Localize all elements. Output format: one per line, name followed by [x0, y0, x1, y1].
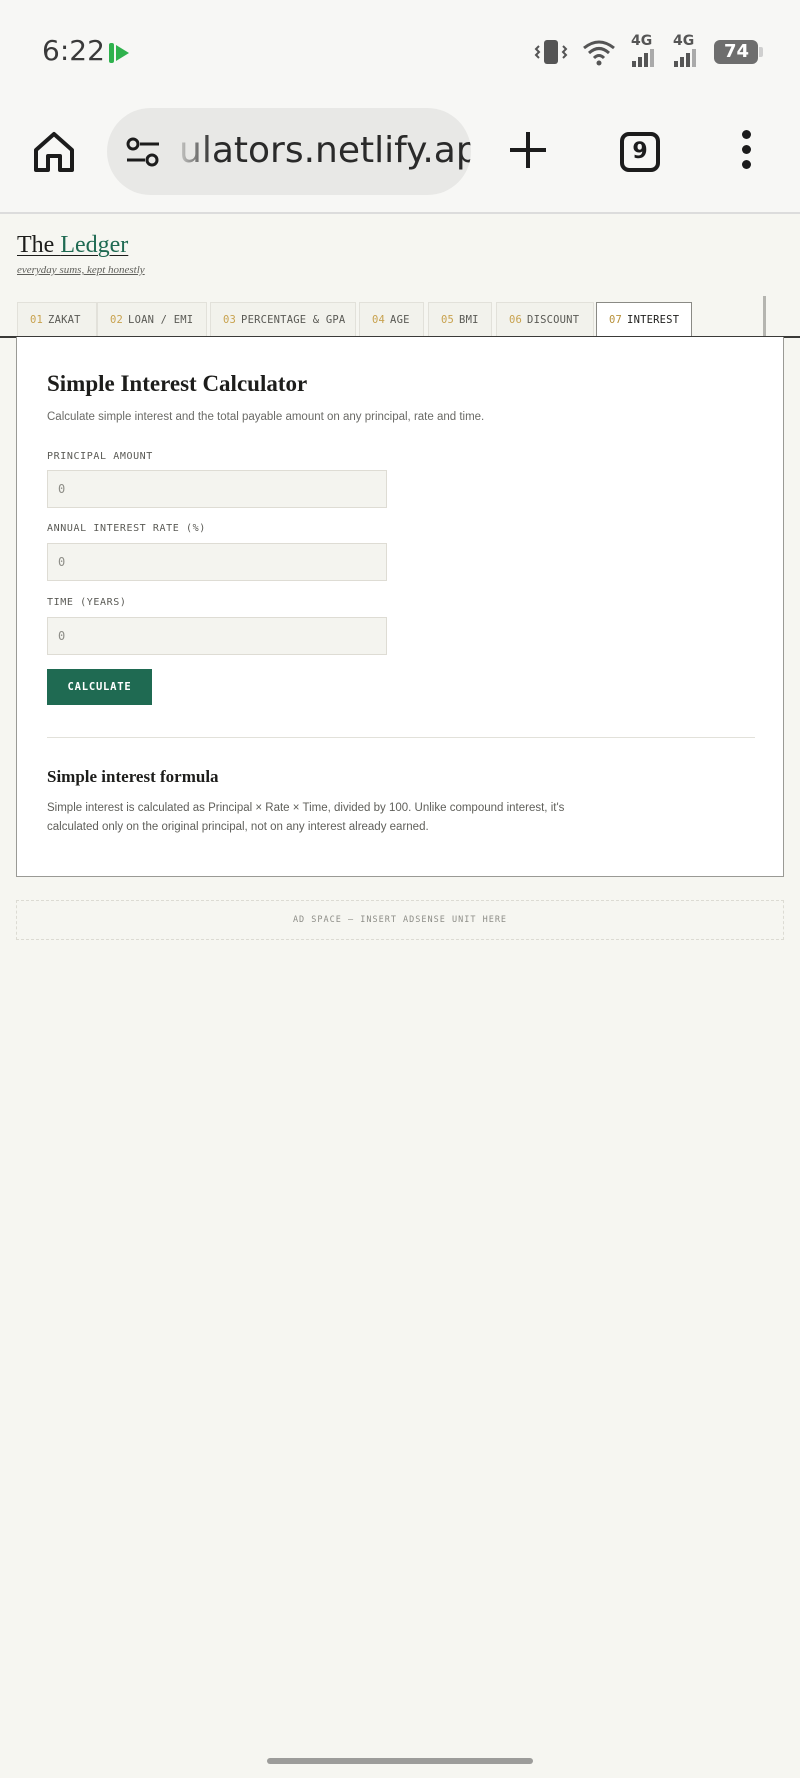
tab-percentage-gpa[interactable]: 03 PERCENTAGE & GPA	[210, 302, 356, 338]
signal-icon: 4G	[672, 33, 700, 67]
tab-number: 04	[372, 314, 386, 326]
ad-placeholder: AD SPACE — INSERT ADSENSE UNIT HERE	[16, 900, 784, 940]
gesture-handle[interactable]	[267, 1758, 533, 1764]
tab-label: ZAKAT	[48, 314, 81, 326]
tab-number: 03	[223, 314, 237, 326]
signal-icon: 4G	[630, 33, 658, 67]
address-bar[interactable]: ulators.netlify.app	[107, 108, 471, 195]
principal-label: PRINCIPAL AMOUNT	[47, 451, 153, 462]
status-icons: 4G 4G 74	[534, 33, 763, 68]
tab-label: BMI	[459, 314, 479, 326]
tab-number: 02	[110, 314, 124, 326]
plus-icon[interactable]	[506, 128, 550, 172]
brand-prefix: The	[17, 232, 61, 258]
tab-number: 01	[30, 314, 44, 326]
calculate-button[interactable]: CALCULATE	[47, 669, 152, 705]
page-title: Simple Interest Calculator	[47, 371, 308, 396]
formula-text: Simple interest is calculated as Princip…	[47, 802, 565, 833]
tab-number: 05	[441, 314, 455, 326]
tab-number: 07	[609, 314, 623, 326]
calculator-panel: Simple Interest Calculator Calculate sim…	[16, 337, 784, 877]
brand-accent: Ledger	[60, 232, 129, 258]
url-fade	[173, 108, 213, 195]
rate-input[interactable]	[47, 543, 387, 581]
tab-discount[interactable]: 06 DISCOUNT	[496, 302, 594, 338]
section-divider	[47, 737, 755, 738]
time-input[interactable]	[47, 617, 387, 655]
tab-label: PERCENTAGE & GPA	[241, 314, 346, 326]
calculator-tabs: 01 ZAKAT 02 LOAN / EMI 03 PERCENTAGE & GPA …	[17, 302, 783, 340]
tab-scroll-edge	[763, 296, 766, 336]
more-vert-icon[interactable]	[736, 130, 756, 174]
site-tagline: everyday sums, kept honestly	[17, 264, 145, 276]
battery-level: 74	[724, 41, 750, 62]
time-label: TIME (YEARS)	[47, 597, 127, 608]
vibrate-icon	[534, 40, 568, 64]
home-icon[interactable]	[30, 128, 78, 176]
rate-label: ANNUAL INTEREST RATE (%)	[47, 523, 206, 534]
wifi-icon	[583, 40, 615, 66]
tab-bmi[interactable]: 05 BMI	[428, 302, 492, 338]
status-bar: 6:22 4G 4G 74	[0, 0, 800, 100]
tab-label: DISCOUNT	[527, 314, 580, 326]
battery-icon: 74	[714, 40, 763, 64]
tab-interest[interactable]: 07 INTEREST	[596, 302, 692, 340]
tab-number: 06	[509, 314, 523, 326]
network-type-1: 4G	[631, 33, 653, 49]
tab-label: AGE	[390, 314, 410, 326]
site-logo[interactable]: The Ledger	[17, 232, 145, 259]
tab-age[interactable]: 04 AGE	[359, 302, 424, 338]
status-time: 6:22	[42, 34, 105, 67]
tune-icon[interactable]	[125, 136, 161, 168]
browser-toolbar: ulators.netlify.app 9	[0, 100, 800, 214]
site-header: The Ledger everyday sums, kept honestly	[17, 232, 145, 276]
tab-label: INTEREST	[627, 314, 680, 326]
calculator-description: Calculate simple interest and the total …	[47, 411, 485, 423]
tab-switcher-icon[interactable]: 9	[620, 132, 660, 172]
formula-heading: Simple interest formula	[47, 767, 219, 786]
principal-input[interactable]	[47, 470, 387, 508]
tab-label: LOAN / EMI	[128, 314, 194, 326]
url-text[interactable]: ulators.netlify.app	[179, 130, 471, 171]
tab-loan-emi[interactable]: 02 LOAN / EMI	[97, 302, 207, 338]
network-type-2: 4G	[673, 33, 695, 49]
app-notification-icon	[109, 43, 129, 63]
tab-zakat[interactable]: 01 ZAKAT	[17, 302, 97, 338]
